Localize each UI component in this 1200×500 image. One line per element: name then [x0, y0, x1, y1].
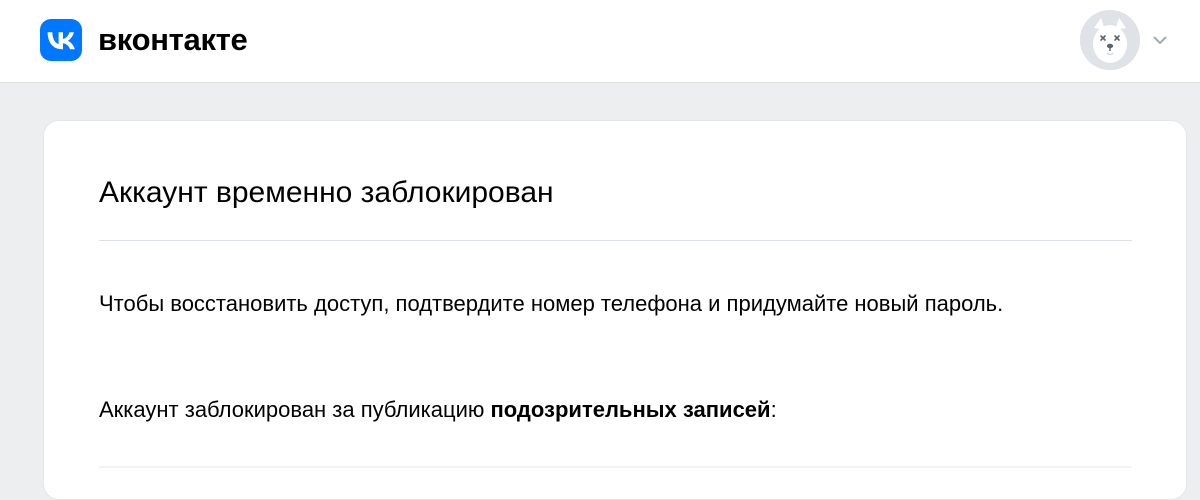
chevron-down-icon[interactable]: [1150, 30, 1170, 50]
vk-logo-text: вконтакте: [98, 22, 248, 57]
avatar[interactable]: [1080, 10, 1140, 70]
block-reason-prefix: Аккаунт заблокирован за публикацию: [99, 397, 491, 422]
restore-access-text: Чтобы восстановить доступ, подтвердите н…: [99, 291, 1004, 316]
top-header: вконтакте: [0, 0, 1200, 83]
block-reason-suffix: :: [770, 397, 777, 422]
blocked-account-card: Аккаунт временно заблокирован Чтобы восс…: [43, 120, 1187, 500]
profile-menu-button[interactable]: [1080, 10, 1170, 70]
block-reason-highlight: подозрительных записей: [490, 397, 771, 422]
vk-home-link[interactable]: вконтакте: [40, 19, 248, 61]
page-title: Аккаунт временно заблокирован: [99, 176, 554, 209]
deactivated-dog-icon: [1080, 10, 1140, 70]
block-reason-text: Аккаунт заблокирован за публикацию подоз…: [99, 390, 1099, 430]
vk-logo-icon: [40, 19, 82, 61]
title-divider: [99, 240, 1132, 241]
